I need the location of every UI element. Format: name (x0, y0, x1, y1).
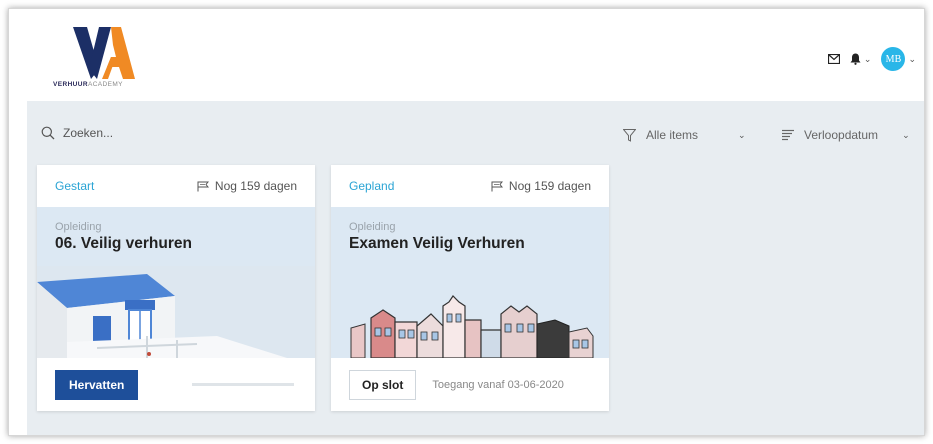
course-card[interactable]: Gepland Nog 159 dagen Opleiding Examen V… (331, 165, 609, 411)
deadline-info: Nog 159 dagen (491, 179, 591, 193)
course-type: Opleiding (55, 221, 102, 233)
chevron-down-icon: ⌄ (908, 53, 916, 64)
card-footer: Hervatten (37, 358, 315, 411)
progress-bar (192, 383, 295, 386)
brand-name: VERHUURACADEMY (53, 81, 123, 88)
user-menu[interactable]: MB ⌄ (881, 47, 916, 71)
chevron-down-icon: ⌄ (902, 129, 910, 140)
course-image (331, 266, 609, 358)
search-field[interactable]: Zoeken... (41, 126, 113, 140)
card-header: Gepland Nog 159 dagen (331, 165, 609, 207)
course-title[interactable]: 06. Veilig verhuren (55, 235, 297, 253)
notifications-button[interactable]: ⌄ (850, 53, 872, 65)
search-icon (41, 126, 55, 140)
items-filter-label: Alle items (646, 128, 699, 142)
course-card[interactable]: Gestart Nog 159 dagen Opleiding 06. Veil… (37, 165, 315, 411)
filter-icon (623, 128, 636, 142)
flag-icon (491, 181, 503, 191)
card-banner: Opleiding 06. Veilig verhuren (37, 207, 315, 266)
header-actions: ⌄ MB ⌄ (827, 47, 916, 71)
items-filter-dropdown[interactable]: Alle items ⌄ (623, 128, 746, 142)
flag-icon (197, 181, 209, 191)
chevron-down-icon: ⌄ (863, 53, 872, 64)
deadline-info: Nog 159 dagen (197, 179, 297, 193)
chevron-down-icon: ⌄ (738, 129, 746, 140)
course-type: Opleiding (349, 221, 396, 233)
access-date-text: Toegang vanaf 03-06-2020 (432, 378, 564, 391)
avatar: MB (881, 47, 906, 71)
locked-button[interactable]: Op slot (349, 369, 417, 400)
days-left: Nog 159 dagen (508, 179, 591, 193)
days-left: Nog 159 dagen (214, 179, 297, 193)
course-image (37, 266, 315, 358)
search-input[interactable]: Zoeken... (63, 126, 113, 140)
status-badge: Gestart (55, 179, 95, 193)
card-footer: Op slot Toegang vanaf 03-06-2020 (331, 358, 609, 411)
sort-icon (782, 129, 794, 141)
app-window: VERHUURACADEMY ⌄ MB ⌄ Zoeken... Alle ite… (8, 8, 925, 436)
card-banner: Opleiding Examen Veilig Verhuren (331, 207, 609, 266)
resume-button[interactable]: Hervatten (55, 369, 139, 400)
sort-dropdown[interactable]: Verloopdatum ⌄ (782, 128, 910, 142)
card-header: Gestart Nog 159 dagen (37, 165, 315, 207)
status-badge: Gepland (349, 179, 395, 193)
messages-button[interactable] (827, 54, 840, 64)
main-content: Zoeken... Alle items ⌄ Verloopdatum ⌄ Ge… (27, 101, 924, 435)
course-title[interactable]: Examen Veilig Verhuren (349, 235, 591, 253)
filter-bar: Zoeken... Alle items ⌄ Verloopdatum ⌄ (27, 101, 924, 165)
top-navigation-bar: VERHUURACADEMY ⌄ MB ⌄ (9, 9, 924, 101)
mail-icon (827, 54, 840, 64)
bell-icon (850, 53, 861, 65)
sort-label: Verloopdatum (804, 128, 879, 142)
